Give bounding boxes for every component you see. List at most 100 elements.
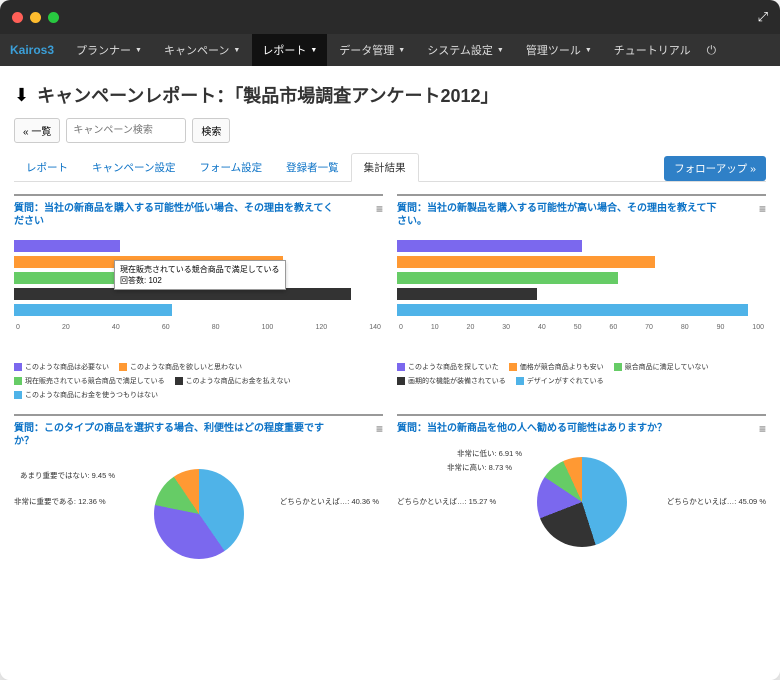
tick: 140 [369,324,381,331]
window-controls [12,12,59,23]
chevron-down-icon: ▼ [585,47,592,54]
toolbar: « 一覧 検索 [14,118,766,143]
app-window: ⤢ Kairos3 プランナー▼ キャンペーン▼ レポート▼ データ管理▼ シス… [0,0,780,680]
content-area: ⬇ キャンペーンレポート：「製品市場調査アンケート2012」 « 一覧 検索 レ… [0,66,780,680]
tick: 90 [717,324,725,331]
pie-label: どちらかといえば…: 40.36 % [280,496,379,507]
close-icon[interactable] [12,12,23,23]
swatch [397,377,405,385]
download-icon[interactable]: ⬇ [14,85,29,106]
nav-report[interactable]: レポート▼ [252,34,327,66]
nav-planner[interactable]: プランナー▼ [66,34,152,66]
page-title: キャンペーンレポート：「製品市場調査アンケート2012」 [37,82,498,108]
tabs: レポート キャンペーン設定 フォーム設定 登録者一覧 集計結果 フォローアップ … [14,153,766,182]
nav-data[interactable]: データ管理 ▼ [329,34,415,66]
bar-item [397,240,582,252]
tick: 60 [162,324,170,331]
swatch [614,363,622,371]
legend-label: このような商品を欲しいと思わない [130,362,242,372]
hamburger-icon[interactable]: ≡ [759,202,766,216]
legend-item: 競合商品に満足していない [614,362,709,372]
legend-item: このような商品は必要ない [14,362,109,372]
legend: このような商品を探していた 価格が競合商品よりも安い 競合商品に満足していない … [397,362,766,386]
pie-labels: 非常に低い: 6.91 % 非常に高い: 8.73 % どちらかといえば…: 1… [397,444,766,559]
tick: 100 [752,324,764,331]
brand-logo: Kairos3 [10,43,54,57]
pie-label: 非常に低い: 6.91 % [457,448,522,459]
page-header: ⬇ キャンペーンレポート：「製品市場調査アンケート2012」 [14,82,766,108]
chevron-down-icon: ▼ [233,47,240,54]
swatch [397,363,405,371]
nav-system[interactable]: システム設定 ▼ [417,34,514,66]
nav-label: プランナー [76,42,131,58]
bars [14,236,383,320]
pie-label: あまり重要ではない: 9.45 % [20,470,115,481]
nav-campaign[interactable]: キャンペーン▼ [154,34,250,66]
legend-item: このような商品にお金を使うつもりはない [14,390,158,400]
pie-label: どちらかといえば…: 15.27 % [397,496,496,507]
legend-item: 現在販売されている競合商品で満足している [14,376,165,386]
x-axis: 0 10 20 30 40 50 60 70 80 90 100 [397,324,766,331]
legend: このような商品は必要ない このような商品を欲しいと思わない 現在販売されている競… [14,362,383,400]
chevron-down-icon: ▼ [497,47,504,54]
nav-tutorial[interactable]: チュートリアル [604,34,701,66]
hamburger-icon[interactable]: ≡ [376,202,383,216]
panel-pie-1: 質問：このタイプの商品を選択する場合、利便性はどの程度重要ですか？ ≡ あまり重… [14,414,383,571]
x-axis: 0 20 40 60 80 100 120 140 [14,324,383,331]
tab-results[interactable]: 集計結果 [351,153,419,182]
legend-label: このような商品にお金を払えない [186,376,291,386]
swatch [14,391,22,399]
nav-label: チュートリアル [614,42,691,58]
main-nav: Kairos3 プランナー▼ キャンペーン▼ レポート▼ データ管理▼ システム… [0,34,780,66]
followup-button[interactable]: フォローアップ » [664,156,766,181]
zoom-icon[interactable] [48,12,59,23]
bar-item [397,304,748,316]
bar-item [14,256,283,268]
nav-label: データ管理 [339,42,394,58]
swatch [175,377,183,385]
tick: 120 [315,324,327,331]
tick: 100 [262,324,274,331]
nav-label: システム設定 [427,42,493,58]
tab-form-settings[interactable]: フォーム設定 [187,154,274,181]
panel-title: 質問：当社の新商品を他の人へ勧める可能性はありますか？ [397,422,667,435]
nav-label: レポート [262,42,306,58]
swatch [14,363,22,371]
expand-icon[interactable]: ⤢ [758,9,768,25]
tick: 20 [467,324,475,331]
minimize-icon[interactable] [30,12,41,23]
titlebar: ⤢ [0,0,780,34]
panel-bar-1: 質問：当社の新商品を購入する可能性が低い場合、その理由を教えてください ≡ 現在… [14,194,383,400]
pie-labels: あまり重要ではない: 9.45 % 非常に重要である: 12.36 % どちらか… [14,456,383,571]
panel-title: 質問：当社の新商品を購入する可能性が低い場合、その理由を教えてください [14,202,334,228]
tab-report[interactable]: レポート [14,154,80,181]
bar-item [14,304,172,316]
bar-item [397,256,655,268]
chevron-down-icon: ▼ [398,47,405,54]
legend-label: 競合商品に満足していない [625,362,709,372]
bar-item [14,240,120,252]
hamburger-icon[interactable]: ≡ [376,422,383,436]
tick: 0 [16,324,20,331]
swatch [14,377,22,385]
hamburger-icon[interactable]: ≡ [759,422,766,436]
legend-label: 価格が競合商品よりも安い [520,362,604,372]
back-button[interactable]: « 一覧 [14,118,60,143]
bar-chart-2: 0 10 20 30 40 50 60 70 80 90 100 [397,236,766,356]
bar-item [14,272,225,284]
search-input[interactable] [66,118,186,143]
tick: 40 [112,324,120,331]
tab-registrants[interactable]: 登録者一覧 [274,154,351,181]
pie-label: どちらかといえば…: 45.09 % [667,496,766,507]
power-icon[interactable]: ⏻ [707,43,717,58]
tick: 80 [212,324,220,331]
nav-admin[interactable]: 管理ツール ▼ [516,34,602,66]
search-button[interactable]: 検索 [192,118,230,143]
legend-item: このような商品を探していた [397,362,499,372]
legend-label: このような商品を探していた [408,362,499,372]
nav-label: 管理ツール [526,42,581,58]
tick: 50 [574,324,582,331]
bars [397,236,766,320]
legend-item: デザインがすぐれている [516,376,604,386]
tab-campaign-settings[interactable]: キャンペーン設定 [80,154,187,181]
